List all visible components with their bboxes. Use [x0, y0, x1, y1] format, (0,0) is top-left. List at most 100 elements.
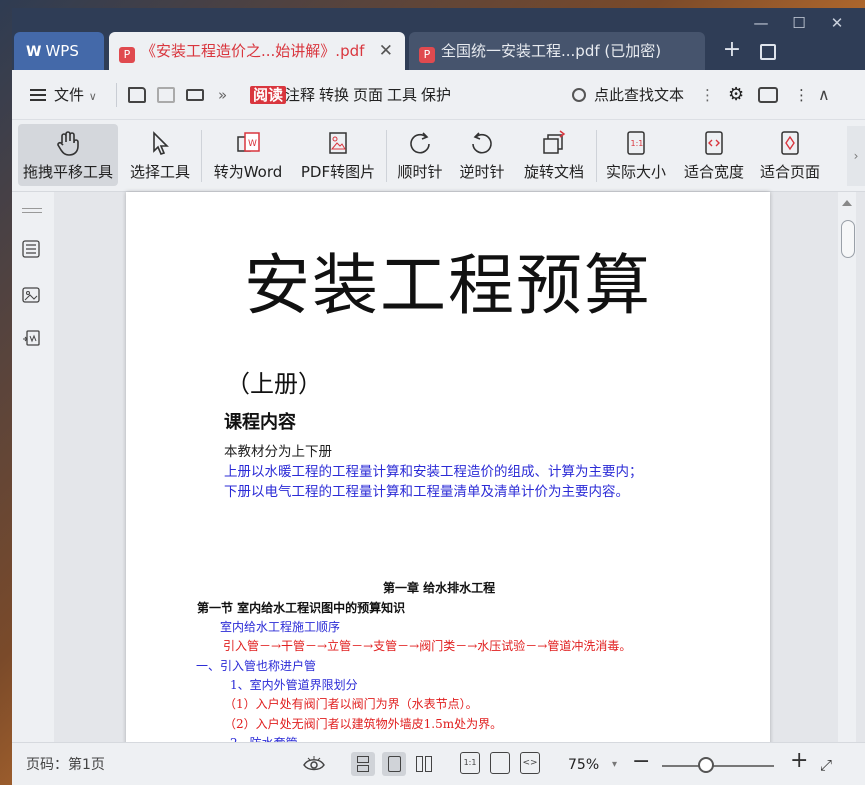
- title-bar: — ☐ ✕ W WPS P 《安装工程造价之...始讲解》.pdf ✕ P 全国统一安…: [12, 8, 865, 70]
- mode-read-label: 阅读: [250, 86, 287, 104]
- mode-page[interactable]: 页面: [353, 84, 383, 106]
- tool-select[interactable]: 选择工具: [124, 124, 196, 186]
- tab-list-icon[interactable]: [760, 44, 776, 60]
- actual-size-status-icon[interactable]: 1:1: [460, 752, 480, 774]
- ribbon-toolbar: 拖拽平移工具 选择工具 W 转为Word PDF转图片 顺时针 逆时针 旋转文档: [12, 120, 865, 192]
- menu-bar: 文件 ∨ » 阅读 注释 转换 页面 工具 保护 点此查找文本 ⋮ ⚙ ⋮ ∧: [12, 70, 865, 120]
- close-tab-icon[interactable]: ✕: [379, 32, 393, 70]
- tool-actual-size[interactable]: 1:1 实际大小: [600, 124, 672, 186]
- pdf-to-image-icon: [329, 132, 347, 154]
- svg-text:W: W: [248, 139, 257, 149]
- layout-continuous-icon: [357, 765, 369, 772]
- double-page-icon: [416, 756, 423, 772]
- bookmark-convert-icon[interactable]: [22, 330, 40, 348]
- chevron-down-icon: ∨: [88, 90, 97, 103]
- fit-width-status-icon[interactable]: <>: [520, 752, 540, 774]
- tool-fit-width[interactable]: 适合宽度: [678, 124, 750, 186]
- more-chevron-icon[interactable]: »: [218, 84, 227, 106]
- tool-label: 适合页面: [759, 163, 820, 181]
- eye-protection-icon[interactable]: [302, 752, 326, 776]
- mode-annotate[interactable]: 注释: [285, 84, 315, 106]
- pdf-icon: P: [119, 47, 135, 63]
- save-icon[interactable]: [157, 87, 175, 103]
- tool-label: PDF转图片: [300, 163, 376, 181]
- mode-protect[interactable]: 保护: [421, 84, 451, 106]
- zoom-level[interactable]: 75%: [568, 755, 599, 775]
- single-page-continuous-button[interactable]: [351, 752, 375, 776]
- tool-label: 实际大小: [605, 163, 666, 181]
- order-steps: 引入管－→干管－→立管－→支管－→阀门类－→水压试验－→管道冲洗消毒。: [223, 639, 632, 653]
- tab-wps-home[interactable]: W WPS: [14, 32, 104, 70]
- vertical-scrollbar[interactable]: [838, 192, 856, 742]
- file-menu[interactable]: 文件 ∨: [54, 84, 97, 106]
- section-heading: 第一节 室内给水工程识图中的预算知识: [197, 601, 406, 615]
- more-options-icon[interactable]: ⋮: [794, 84, 809, 106]
- comment-icon[interactable]: [758, 87, 778, 103]
- search-box[interactable]: 点此查找文本: [572, 84, 684, 106]
- tool-label: 适合宽度: [683, 163, 744, 181]
- zoom-dropdown-icon[interactable]: ▾: [612, 755, 617, 775]
- maximize-button[interactable]: ☐: [785, 13, 813, 33]
- tool-pan[interactable]: 拖拽平移工具: [18, 124, 118, 186]
- rotate-doc-icon: [543, 130, 566, 154]
- page-indicator[interactable]: 页码：第1页: [26, 755, 105, 775]
- svg-text:1:1: 1:1: [631, 139, 644, 148]
- mode-tools[interactable]: 工具: [387, 84, 417, 106]
- pdf-icon: P: [419, 47, 435, 63]
- zoom-out-icon[interactable]: −: [632, 751, 650, 773]
- new-tab-icon[interactable]: +: [722, 32, 742, 70]
- document-title: 安装工程预算: [244, 247, 652, 324]
- tab-label: WPS: [45, 42, 79, 60]
- mode-read[interactable]: 阅读: [250, 84, 287, 106]
- tab-inactive-document[interactable]: P 全国统一安装工程...pdf (已加密): [409, 32, 705, 70]
- scroll-up-icon[interactable]: [842, 200, 852, 206]
- zoom-in-icon[interactable]: +: [790, 750, 808, 772]
- fullscreen-icon[interactable]: ⤢: [820, 755, 832, 775]
- outline-icon[interactable]: [22, 240, 40, 258]
- minimize-button[interactable]: —: [747, 13, 775, 33]
- tool-rotate-ccw[interactable]: 逆时针: [454, 124, 510, 186]
- status-bar: 页码：第1页 1:1 <> 75% ▾ − + ⤢: [12, 742, 865, 785]
- tool-to-word[interactable]: W 转为Word: [208, 124, 288, 186]
- volume-label: （上册）: [226, 370, 322, 398]
- item-1: 一、引入管也称进户管: [196, 659, 317, 673]
- thumbnail-icon[interactable]: [22, 286, 40, 304]
- close-window-button[interactable]: ✕: [823, 13, 851, 33]
- open-folder-icon[interactable]: [128, 87, 146, 103]
- settings-gear-icon[interactable]: ⚙: [728, 84, 744, 106]
- mode-convert[interactable]: 转换: [319, 84, 349, 106]
- print-icon[interactable]: [186, 89, 204, 101]
- tool-label: 拖拽平移工具: [22, 163, 113, 181]
- order-title: 室内给水工程施工顺序: [220, 620, 341, 634]
- fit-page-icon: [781, 131, 799, 155]
- tool-to-image[interactable]: PDF转图片: [296, 124, 380, 186]
- divider: [116, 83, 117, 107]
- tool-label: 转为Word: [213, 163, 283, 181]
- fit-width-icon: [705, 131, 723, 155]
- pdf-to-word-icon: W: [237, 132, 260, 152]
- divider: [596, 130, 597, 182]
- double-page-button[interactable]: [412, 752, 436, 776]
- toolbar-scroll-right-icon[interactable]: ›: [847, 126, 865, 186]
- hand-icon: [57, 131, 79, 156]
- panel-grip-icon[interactable]: [22, 208, 42, 213]
- hamburger-menu-icon[interactable]: [30, 89, 46, 101]
- tab-label: 《安装工程造价之...始讲解》.pdf: [141, 42, 365, 60]
- search-icon: [572, 88, 586, 102]
- tool-fit-page[interactable]: 适合页面: [754, 124, 826, 186]
- document-viewport[interactable]: 安装工程预算 （上册） 课程内容 本教材分为上下册 上册以水暖工程的工程量计算和…: [54, 192, 865, 752]
- tool-rotate-cw[interactable]: 顺时针: [392, 124, 448, 186]
- tab-active-document[interactable]: P 《安装工程造价之...始讲解》.pdf ✕: [109, 32, 405, 70]
- item-1-1b: （2）入户处无阀门者以建筑物外墙皮1.5m处为界。: [224, 717, 503, 731]
- divider: [201, 130, 202, 182]
- zoom-slider-knob[interactable]: [698, 757, 714, 773]
- item-1-1a: （1）入户处有阀门者以阀门为界（水表节点）。: [224, 697, 478, 711]
- scroll-thumb[interactable]: [841, 220, 855, 258]
- fit-page-status-icon[interactable]: [490, 752, 510, 774]
- tool-rotate-doc[interactable]: 旋转文档: [518, 124, 590, 186]
- actual-size-icon: 1:1: [627, 131, 645, 155]
- single-page-button[interactable]: [382, 752, 406, 776]
- zoom-slider-track[interactable]: [662, 765, 774, 767]
- search-more-icon[interactable]: ⋮: [700, 84, 715, 106]
- collapse-ribbon-icon[interactable]: ∧: [818, 84, 830, 106]
